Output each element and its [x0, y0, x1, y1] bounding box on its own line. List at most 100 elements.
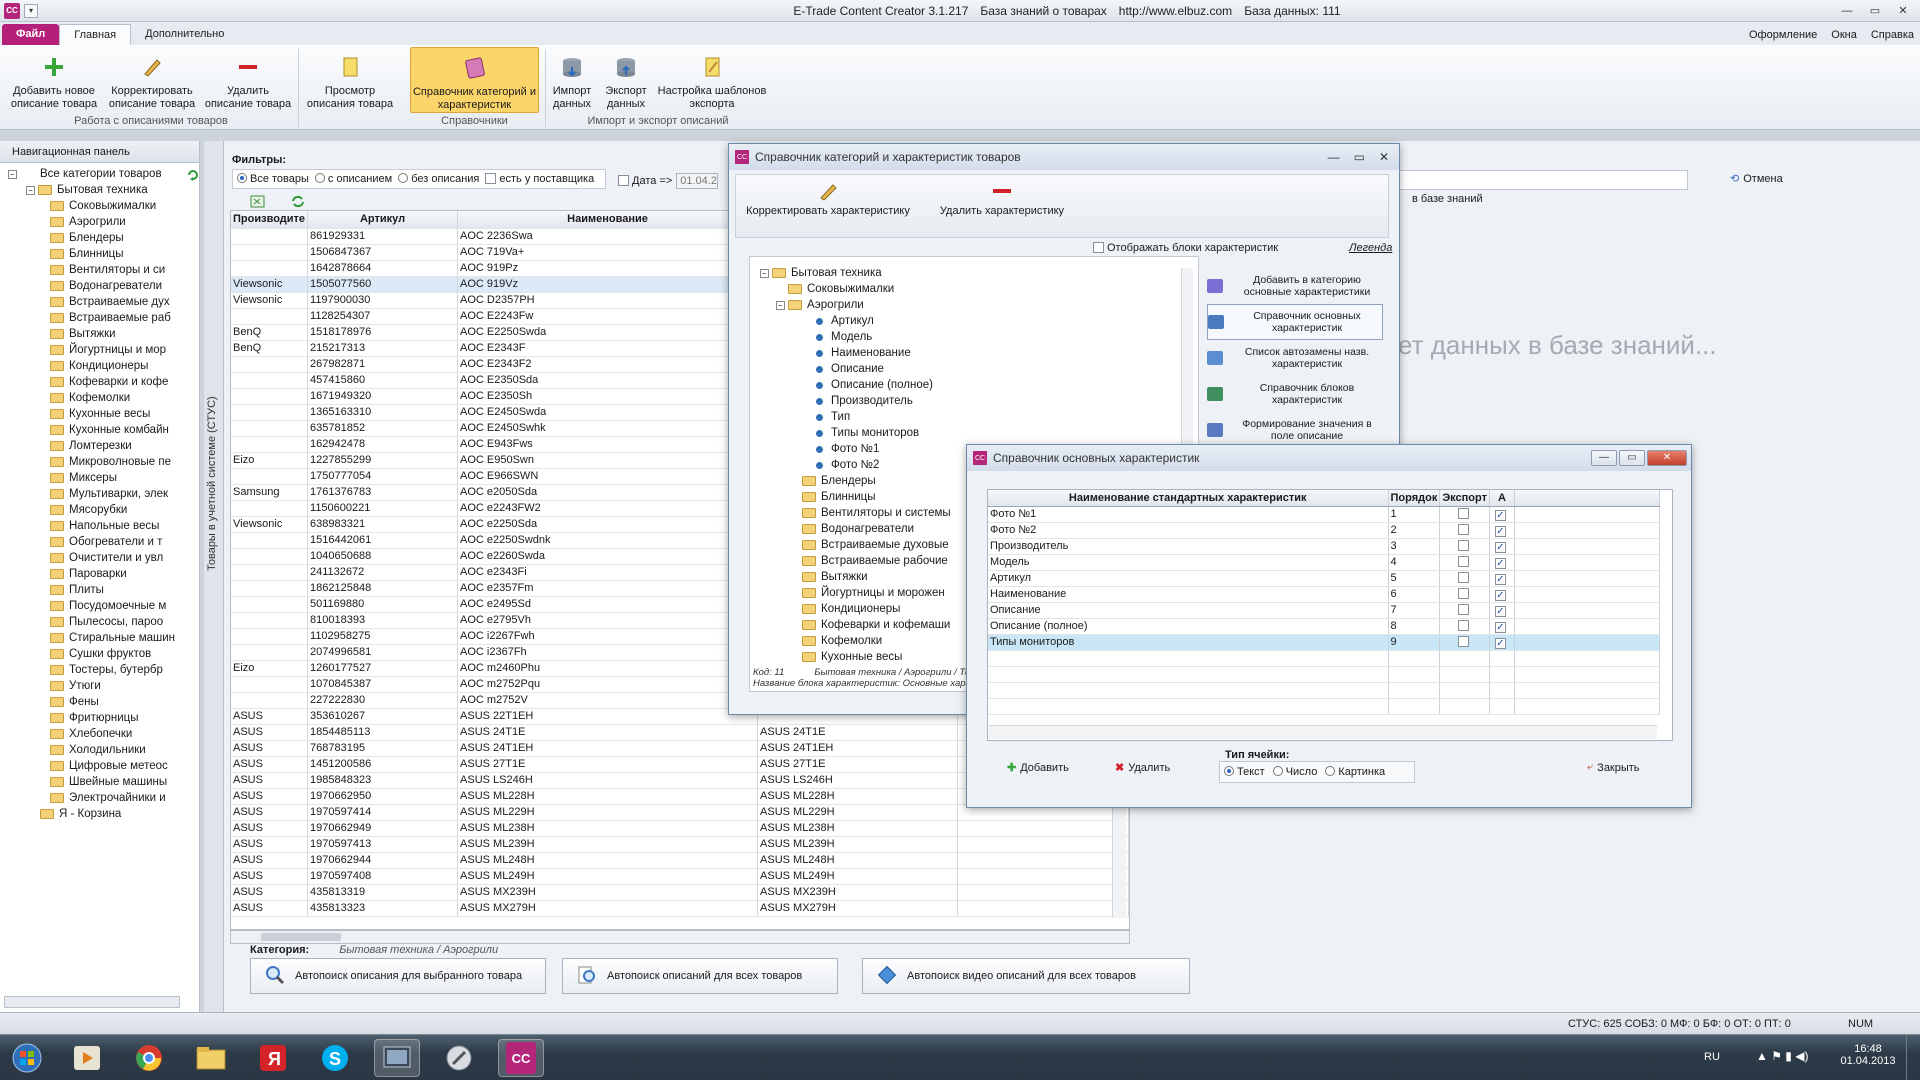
tree-node-subcategory[interactable]: Миксеры	[0, 470, 199, 486]
tree-node-subcategory[interactable]: Обогреватели и т	[0, 534, 199, 550]
scroll-thumb[interactable]	[261, 933, 341, 941]
delete-button[interactable]: ✖ Удалить	[1115, 761, 1170, 775]
tree-node-subcategory[interactable]: Пылесосы, пароо	[0, 614, 199, 630]
tree-node-subcategory[interactable]: Мультиварки, элек	[0, 486, 199, 502]
a-checkbox[interactable]: ✓	[1489, 602, 1515, 619]
delete-description-button[interactable]: Удалить описание товара	[204, 47, 292, 111]
tree-node-subcategory[interactable]: Кофемолки	[0, 390, 199, 406]
export-data-button[interactable]: Экспорт данных	[600, 47, 652, 111]
char-name-cell[interactable]: Описание (полное)	[988, 618, 1389, 635]
skype-icon[interactable]: S	[312, 1039, 358, 1077]
windows-menu[interactable]: Окна	[1831, 29, 1857, 41]
show-blocks-checkbox[interactable]: Отображать блоки характеристик	[1093, 242, 1278, 254]
a-checkbox[interactable]: ✓	[1489, 506, 1515, 523]
tree-node-subcategory[interactable]: Микроволновые пе	[0, 454, 199, 470]
export-excel-icon[interactable]	[250, 195, 266, 208]
a-checkbox[interactable]: ✓	[1489, 586, 1515, 603]
char-order-cell[interactable]: 6	[1388, 586, 1441, 603]
export-checkbox[interactable]	[1439, 554, 1490, 571]
tab-extra[interactable]: Дополнительно	[131, 24, 238, 45]
tree-node-characteristic[interactable]: Типы мониторов	[750, 425, 1198, 441]
quick-access-dropdown-icon[interactable]: ▾	[24, 3, 38, 18]
tree-node-category[interactable]: − Бытовая техника	[0, 182, 199, 198]
add-description-button[interactable]: Добавить новое описание товара	[6, 47, 102, 111]
tree-node-characteristic[interactable]: Тип	[750, 409, 1198, 425]
char-order-cell[interactable]: 9	[1388, 634, 1441, 651]
delete-characteristic-button[interactable]: Удалить характеристику	[932, 181, 1072, 217]
tree-node-characteristic[interactable]: Описание (полное)	[750, 377, 1198, 393]
char-name-cell[interactable]: Модель	[988, 554, 1389, 571]
tree-node-subcategory[interactable]: Сушки фруктов	[0, 646, 199, 662]
refresh-icon[interactable]	[186, 168, 200, 182]
chrome-icon[interactable]	[126, 1039, 172, 1077]
clock[interactable]: 16:48 01.04.2013	[1838, 1043, 1898, 1067]
edit-description-button[interactable]: Корректировать описание товара	[104, 47, 200, 111]
characteristic-row[interactable]: Артикул 5 ✓	[988, 570, 1661, 587]
export-checkbox[interactable]	[1439, 506, 1490, 523]
tree-node-subcategory[interactable]: Йогуртницы и мор	[0, 342, 199, 358]
tree-node-subcategory[interactable]: Вентиляторы и си	[0, 262, 199, 278]
col-header-name[interactable]: Наименование	[457, 211, 759, 229]
tree-node-subcategory[interactable]: Встраиваемые дух	[0, 294, 199, 310]
tree-node-subcategory[interactable]: Электрочайники и	[0, 790, 199, 806]
categories-reference-button[interactable]: Справочник категорий и характеристик	[410, 47, 539, 113]
window-app-icon[interactable]	[374, 1039, 420, 1077]
tree-node-subcategory[interactable]: Плиты	[0, 582, 199, 598]
characteristic-row[interactable]: Производитель 3 ✓	[988, 538, 1661, 555]
char-order-cell[interactable]: 2	[1388, 522, 1441, 539]
filter-all-radio[interactable]: Все товары	[237, 173, 309, 185]
tree-node-characteristic[interactable]: Артикул	[750, 313, 1198, 329]
tree-node-characteristic[interactable]: Описание	[750, 361, 1198, 377]
close-button[interactable]: ✕	[1379, 150, 1389, 164]
tree-node-subcategory[interactable]: Напольные весы	[0, 518, 199, 534]
char-order-cell[interactable]: 1	[1388, 506, 1441, 523]
start-button[interactable]	[4, 1039, 50, 1077]
minimize-button[interactable]: —	[1591, 450, 1617, 466]
table-row[interactable]: ASUS 1970597413 ASUS ML239H ASUS ML239H	[231, 836, 1129, 853]
char-name-cell[interactable]: Производитель	[988, 538, 1389, 555]
char-name-cell[interactable]: Типы мониторов	[988, 634, 1389, 651]
tree-node-characteristic[interactable]: Наименование	[750, 345, 1198, 361]
char-name-cell[interactable]: Фото №1	[988, 506, 1389, 523]
sync-icon[interactable]	[290, 195, 306, 208]
tray-icons[interactable]: ▲ ⚑ ▮ ◀)	[1756, 1049, 1808, 1063]
a-checkbox[interactable]: ✓	[1489, 522, 1515, 539]
char-order-cell[interactable]: 5	[1388, 570, 1441, 587]
grid-horizontal-scrollbar[interactable]	[230, 930, 1130, 944]
minimize-button[interactable]: —	[1328, 150, 1340, 164]
type-number-radio[interactable]: Число	[1272, 766, 1317, 778]
characteristic-row[interactable]: Фото №1 1 ✓	[988, 506, 1661, 523]
type-text-radio[interactable]: Текст	[1224, 766, 1265, 778]
tree-node-subcategory[interactable]: Утюги	[0, 678, 199, 694]
edit-characteristic-button[interactable]: Корректировать характеристику	[738, 181, 918, 217]
tree-node-subcategory[interactable]: Мясорубки	[0, 502, 199, 518]
table-horizontal-scrollbar[interactable]	[989, 725, 1657, 739]
description-value-link[interactable]: Формирование значения в поле описание	[1207, 412, 1383, 448]
autosearch-video-button[interactable]: Автопоиск видео описаний для всех товаро…	[862, 958, 1190, 994]
export-checkbox[interactable]	[1439, 522, 1490, 539]
tab-home[interactable]: Главная	[59, 24, 132, 45]
char-name-cell[interactable]: Артикул	[988, 570, 1389, 587]
a-checkbox[interactable]: ✓	[1489, 570, 1515, 587]
char-order-cell[interactable]: 7	[1388, 602, 1441, 619]
a-checkbox[interactable]: ✓	[1489, 634, 1515, 651]
filter-with-radio[interactable]: с описанием	[314, 173, 392, 185]
characteristics-table-wrap[interactable]: Наименование стандартных характеристик П…	[987, 489, 1673, 741]
date-input[interactable]: 01.04.2	[676, 173, 719, 189]
tree-node-subcategory[interactable]: Швейные машины	[0, 774, 199, 790]
tree-node-subcategory[interactable]: Ломтерезки	[0, 438, 199, 454]
characteristic-row[interactable]: Описание (полное) 8 ✓	[988, 618, 1661, 635]
nav-horizontal-scrollbar[interactable]	[4, 996, 180, 1008]
a-checkbox[interactable]: ✓	[1489, 554, 1515, 571]
legend-link[interactable]: Легенда	[1349, 242, 1392, 254]
tree-node-subcategory[interactable]: Фены	[0, 694, 199, 710]
tree-node-subcategory[interactable]: Встраиваемые раб	[0, 310, 199, 326]
char-name-cell[interactable]: Наименование	[988, 586, 1389, 603]
add-main-characteristics-link[interactable]: Добавить в категорию основные характерис…	[1207, 268, 1383, 304]
export-checkbox[interactable]	[1439, 602, 1490, 619]
help-menu[interactable]: Справка	[1871, 29, 1914, 41]
a-checkbox[interactable]: ✓	[1489, 538, 1515, 555]
table-row[interactable]: ASUS 1970597408 ASUS ML249H ASUS ML249H	[231, 868, 1129, 885]
cancel-button[interactable]: ⟲ Отмена	[1730, 172, 1783, 186]
col-header-export[interactable]: Экспорт	[1439, 490, 1490, 507]
